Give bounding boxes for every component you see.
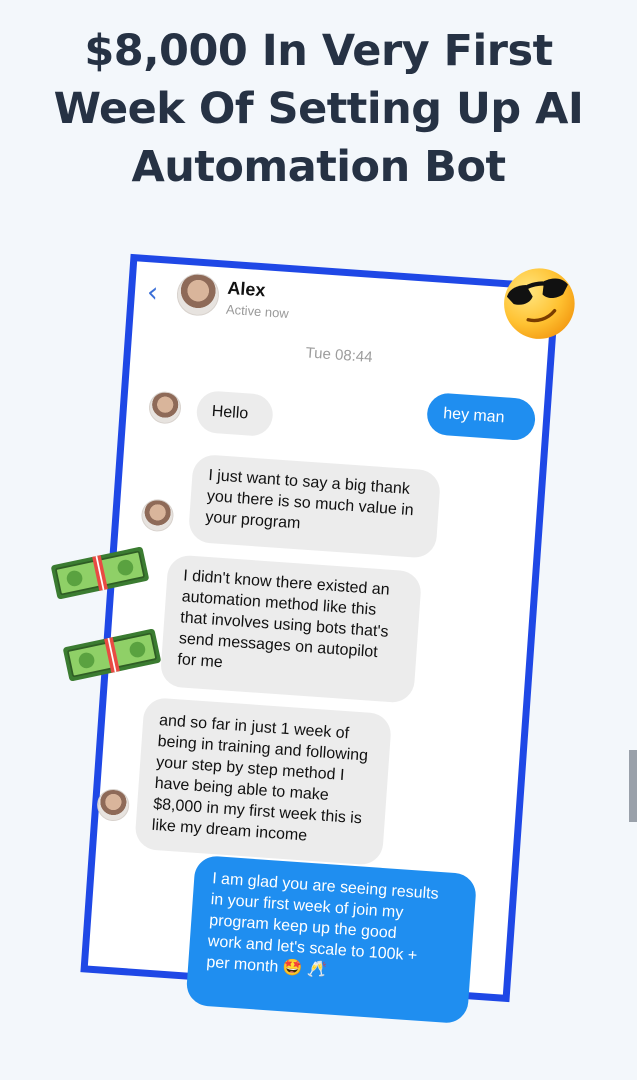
message-bubble-outgoing[interactable]: I am glad you are seeing results in your… [185, 854, 478, 1025]
message-avatar [140, 498, 175, 533]
message-bubble-incoming[interactable]: I just want to say a big thank you there… [187, 453, 442, 559]
message-avatar [147, 390, 183, 425]
back-chevron-icon[interactable]: ‹ [146, 275, 159, 309]
message-bubble-incoming[interactable]: and so far in just 1 week of being in tr… [134, 696, 393, 866]
message-bubble-incoming[interactable]: I didn't know there existed an automatio… [159, 554, 423, 704]
message-bubble-incoming[interactable]: Hello [195, 389, 275, 438]
sunglasses-emoji-icon [504, 268, 575, 339]
message-timestamp: Tue 08:44 [305, 344, 374, 366]
message-avatar [96, 787, 131, 823]
contact-status: Active now [225, 301, 290, 322]
contact-name[interactable]: Alex [227, 278, 266, 302]
contact-avatar[interactable] [175, 272, 221, 318]
headline-line-3: Automation Bot [131, 142, 506, 192]
headline: $8,000 In Very First Week Of Setting Up … [0, 22, 637, 196]
message-bubble-outgoing[interactable]: hey man [425, 392, 537, 442]
right-edge-scroll-indicator [629, 750, 637, 822]
headline-line-2: Week Of Setting Up AI [53, 84, 584, 134]
headline-line-1: $8,000 In Very First [84, 26, 553, 76]
